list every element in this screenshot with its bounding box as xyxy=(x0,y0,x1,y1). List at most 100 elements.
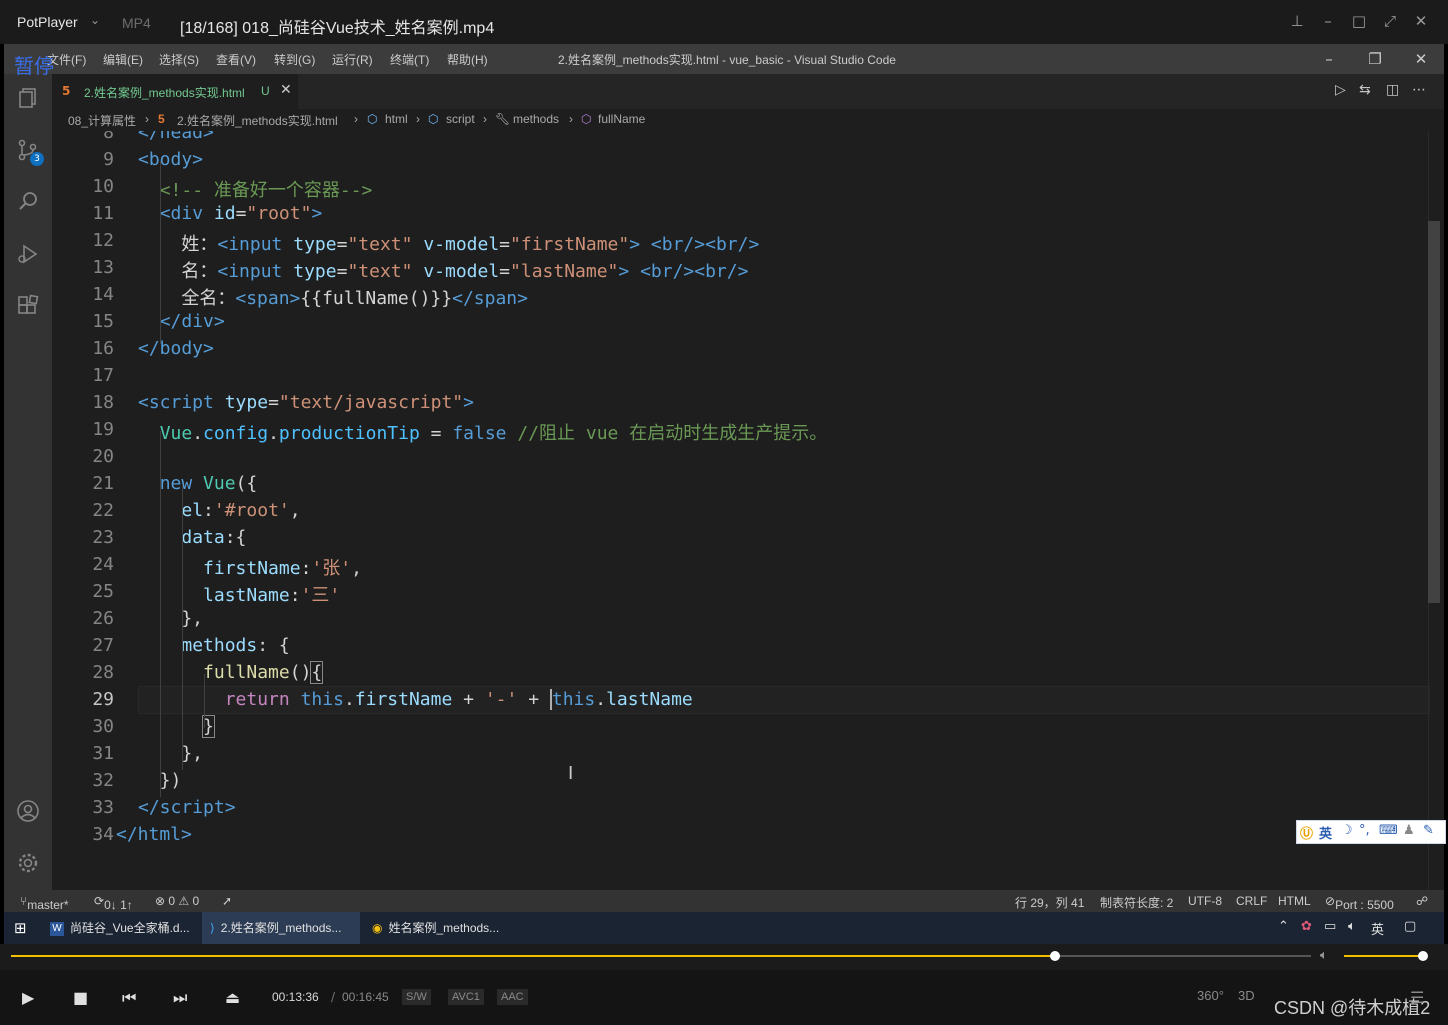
end-of-line[interactable]: CRLF xyxy=(1236,894,1267,908)
indent-guide xyxy=(204,674,205,728)
gear-icon[interactable] xyxy=(16,851,40,875)
more-actions-icon[interactable]: ⋯ xyxy=(1412,82,1426,98)
chevron-down-icon[interactable]: ⌄ xyxy=(90,13,100,27)
editor-tab[interactable]: 5 2.姓名案例_methods实现.html U ✕ xyxy=(52,74,298,109)
line-number: 22 xyxy=(92,500,114,521)
menu-go[interactable]: 转到(G) xyxy=(274,51,315,68)
stop-icon[interactable]: ■ xyxy=(73,988,88,1007)
menu-edit[interactable]: 编辑(E) xyxy=(103,51,143,68)
windows-start-icon[interactable]: ⊞ xyxy=(14,919,27,937)
line-number: 32 xyxy=(92,770,114,791)
minimize-icon[interactable]: – xyxy=(1318,48,1340,70)
close-icon[interactable]: ✕ xyxy=(280,82,292,98)
breadcrumb-html[interactable]: html xyxy=(385,112,408,126)
volume-slider[interactable] xyxy=(1344,955,1424,957)
breadcrumb-methods[interactable]: methods xyxy=(513,112,559,126)
network-icon[interactable]: ▭ xyxy=(1324,919,1336,934)
live-server-port[interactable]: ⊘ Port : 5500 xyxy=(1325,894,1394,912)
previous-icon[interactable]: ⏮︎ xyxy=(122,988,136,1008)
seek-handle[interactable] xyxy=(1050,951,1060,961)
eject-icon[interactable]: ⏏︎ xyxy=(225,988,240,1007)
punctuation-icon[interactable]: °, xyxy=(1359,823,1370,838)
fullscreen-icon[interactable]: ⤢ xyxy=(1379,10,1401,32)
line-number: 30 xyxy=(92,716,114,737)
play-icon[interactable]: ▶ xyxy=(22,988,34,1007)
video-codec-badge[interactable]: AVC1 xyxy=(448,989,484,1005)
code-editor[interactable]: 8 9 10 11 12 13 14 15 16 17 18 19 20 21 22 23 24 25 26 27 28… xyxy=(52,131,1444,890)
potplayer-title-bar: PotPlayer ⌄ MP4 [18/168] 018_尚硅谷Vue技术_姓名… xyxy=(0,0,1448,44)
audio-codec-badge[interactable]: AAC xyxy=(497,989,528,1005)
vscode-window: 暂停 文件(F) 编辑(E) 选择(S) 查看(V) 转到(G) 运行(R) 终… xyxy=(4,44,1444,912)
menu-help[interactable]: 帮助(H) xyxy=(447,51,488,68)
next-icon[interactable]: ⏭︎ xyxy=(173,988,187,1008)
moon-icon[interactable]: ☽ xyxy=(1341,823,1353,838)
problems-count[interactable]: ⊗ 0 ⚠ 0 xyxy=(155,894,199,908)
text-cursor-icon: I xyxy=(568,763,574,784)
vr-360-button[interactable]: 360° xyxy=(1197,988,1224,1003)
window-title: 2.姓名案例_methods实现.html - vue_basic - Visu… xyxy=(558,53,896,67)
line-number: 26 xyxy=(92,608,114,629)
close-icon[interactable]: ✕ xyxy=(1410,10,1432,32)
restore-icon[interactable]: ❐ xyxy=(1364,48,1386,70)
input-language[interactable]: 英 xyxy=(1371,919,1384,938)
feedback-icon[interactable]: ☍ xyxy=(1416,894,1428,908)
menu-selection[interactable]: 选择(S) xyxy=(159,51,199,68)
line-number: 29 xyxy=(92,689,114,710)
git-branch[interactable]: ⑂ master* xyxy=(20,894,69,912)
keyboard-icon[interactable]: ⌨ xyxy=(1379,823,1398,838)
volume-icon[interactable]: 🔈︎ xyxy=(1320,948,1328,963)
code-comment: //阻止 vue 在启动时生成生产提示。 xyxy=(517,423,828,444)
run-debug-icon[interactable] xyxy=(16,242,40,266)
taskbar-item-vscode[interactable]: ⟩ 2.姓名案例_methods... xyxy=(202,912,360,946)
search-icon[interactable] xyxy=(16,189,40,213)
tab-git-status: U xyxy=(261,84,270,98)
close-icon[interactable]: ✕ xyxy=(1410,48,1432,70)
line-number: 33 xyxy=(92,797,114,818)
taskbar-item-chrome[interactable]: ◉ 姓名案例_methods... xyxy=(366,912,518,944)
maximize-icon[interactable]: □ xyxy=(1348,10,1370,32)
explorer-icon[interactable] xyxy=(16,86,40,110)
paused-overlay: 暂停 xyxy=(14,54,54,78)
notification-icon[interactable]: ▢ xyxy=(1404,919,1416,934)
wrench-icon[interactable]: ✎ xyxy=(1423,823,1434,838)
compare-icon[interactable]: ⇆ xyxy=(1359,82,1371,98)
live-share-icon[interactable]: ➚ xyxy=(222,894,232,908)
file-encoding[interactable]: UTF-8 xyxy=(1188,894,1222,908)
language-mode[interactable]: HTML xyxy=(1278,894,1311,908)
pin-icon[interactable]: ⊥ xyxy=(1286,10,1308,32)
breadcrumb-file[interactable]: 2.姓名案例_methods实现.html xyxy=(177,112,338,129)
breadcrumb-script[interactable]: script xyxy=(446,112,475,126)
time-separator: / xyxy=(331,990,336,1004)
run-icon[interactable]: ▷ xyxy=(1335,82,1346,98)
split-editor-icon[interactable]: ◫ xyxy=(1386,82,1399,98)
menu-run[interactable]: 运行(R) xyxy=(332,51,373,68)
tray-app-icon[interactable]: ✿ xyxy=(1301,919,1312,934)
3d-button[interactable]: 3D xyxy=(1238,988,1255,1003)
volume-handle[interactable] xyxy=(1418,951,1428,961)
decoder-badge[interactable]: S/W xyxy=(402,989,431,1005)
scrollbar-thumb[interactable] xyxy=(1428,221,1440,603)
extensions-icon[interactable] xyxy=(16,294,40,318)
tab-size[interactable]: 制表符长度: 2 xyxy=(1100,894,1173,911)
ime-toolbar[interactable]: Ⓤ 英 ☽ °, ⌨ ♟ ✎ xyxy=(1296,820,1446,844)
cursor-position[interactable]: 行 29，列 41 xyxy=(1015,894,1084,911)
git-sync[interactable]: ⟳ 0↓ 1↑ xyxy=(94,894,133,912)
volume-icon[interactable]: 🔈︎ xyxy=(1348,919,1356,934)
menu-terminal[interactable]: 终端(T) xyxy=(390,51,429,68)
line-number: 9 xyxy=(103,149,114,170)
breadcrumb-fullname[interactable]: fullName xyxy=(598,112,645,126)
menu-view[interactable]: 查看(V) xyxy=(216,51,256,68)
menu-icon[interactable]: ☰ xyxy=(1410,988,1424,1008)
csdn-watermark: CSDN @待木成植2 xyxy=(1274,998,1431,1018)
taskbar-item-word[interactable]: W 尚硅谷_Vue全家桶.d... xyxy=(44,912,196,944)
user-icon[interactable]: ♟ xyxy=(1403,823,1415,838)
breadcrumb-folder[interactable]: 08_计算属性 xyxy=(68,112,136,129)
line-number: 17 xyxy=(92,365,114,386)
potplayer-app-name[interactable]: PotPlayer xyxy=(17,14,78,30)
line-number: 8 xyxy=(103,131,114,143)
account-icon[interactable] xyxy=(16,799,40,823)
code-string: '张' xyxy=(311,558,352,579)
minimize-icon[interactable]: – xyxy=(1317,10,1339,32)
ime-lang[interactable]: 英 xyxy=(1319,823,1332,842)
tray-expand-icon[interactable]: ⌃ xyxy=(1278,919,1289,934)
